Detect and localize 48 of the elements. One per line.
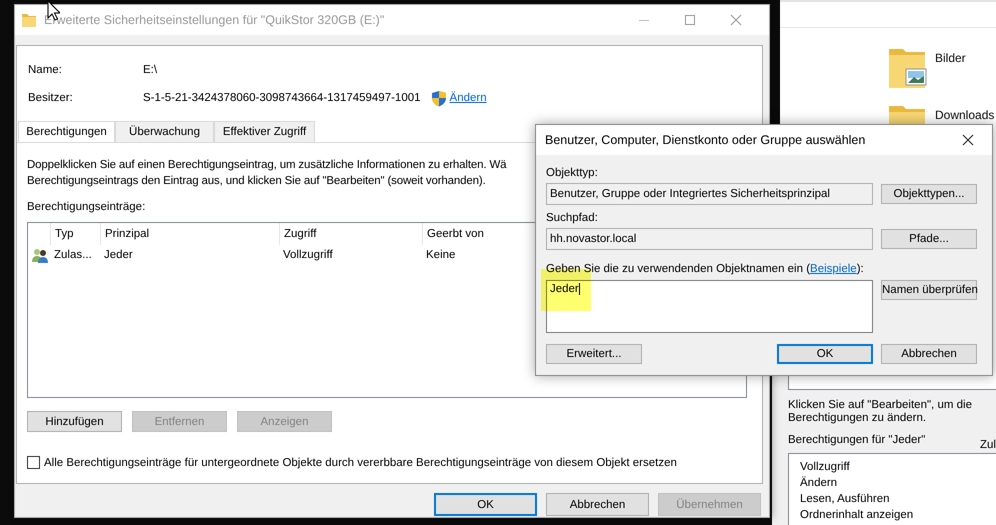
field-label: Name: <box>28 64 63 76</box>
column-header[interactable]: Typ <box>50 223 100 245</box>
table-cell-text: Keine <box>425 248 456 263</box>
change-link[interactable]: Ändern <box>450 92 487 104</box>
tab[interactable]: Berechtigungen <box>18 121 115 142</box>
folder-icon <box>21 12 37 28</box>
readonly-field[interactable]: Benutzer, Gruppe oder Integriertes Sicherheitsprinzipal <box>546 183 873 205</box>
field-value: E:\ <box>143 64 158 76</box>
section-label: Berechtigungseinträge: <box>27 200 146 215</box>
dialog-title: Benutzer, Computer, Dienstkonto oder Gruppe auswählen <box>545 133 866 147</box>
hint-text: Klicken Sie auf "Bearbeiten", um die <box>788 399 973 412</box>
permission-name: Ändern <box>800 475 838 491</box>
dialog-button[interactable]: Erweitert... <box>546 344 642 364</box>
dialog-button[interactable]: OK <box>777 344 873 364</box>
examples-link[interactable]: Beispiele <box>810 263 857 275</box>
column-header: Zul <box>980 438 996 452</box>
tab[interactable]: Überwachung <box>115 121 214 142</box>
folder-name[interactable]: Downloads <box>935 108 994 122</box>
column-header[interactable]: Prinzipal <box>100 223 279 245</box>
permission-name: Lesen, Ausführen <box>800 492 891 507</box>
checkbox[interactable] <box>27 456 40 469</box>
hint-text: Berechtigungen zu ändern. <box>788 412 928 425</box>
field-value: S-1-5-21-3424378060-3098743664-1317459497-1001 <box>143 92 421 104</box>
dialog-button[interactable]: Objekttypen... <box>881 184 977 204</box>
table-cell-text: Zulas... <box>53 248 93 263</box>
table-cell-text: Jeder <box>103 248 134 263</box>
action-button[interactable]: Hinzufügen <box>27 411 122 432</box>
field-label: Objekttyp: <box>546 166 598 181</box>
dialog-button[interactable]: Pfade... <box>881 229 977 249</box>
field-label: Suchpfad: <box>546 211 598 226</box>
permission-name: Ordnerinhalt anzeigen <box>800 508 914 523</box>
readonly-field[interactable]: hh.novastor.local <box>546 228 873 250</box>
column-header[interactable]: Zugriff <box>279 223 422 245</box>
table-cell-text: Vollzugriff <box>282 248 334 263</box>
field-label: Besitzer: <box>28 92 74 104</box>
folder-name[interactable]: Bilder <box>935 51 966 65</box>
permission-name: Vollzugriff <box>800 460 851 475</box>
checkbox-label: Alle Berechtigungseinträge für untergeordnete Objekte durch vererbbare Berechtigungseinträge von diesem Objekt ersetzen <box>44 456 677 468</box>
dialog-button[interactable]: Abbrechen <box>881 344 977 364</box>
shield-icon <box>430 90 447 106</box>
dialog-button[interactable]: Abbrechen <box>546 493 649 516</box>
names-input[interactable]: Jeder <box>546 280 873 333</box>
tab[interactable]: Effektiver Zugriff <box>214 121 315 142</box>
dialog-button[interactable]: Namen überprüfen <box>881 280 977 300</box>
window-title: Erweiterte Sicherheitseinstellungen für "QuikStor 320GB (E:)" <box>44 13 384 27</box>
users-icon <box>31 247 49 263</box>
dialog-button[interactable]: OK <box>434 493 537 516</box>
permissions-label: Berechtigungen für "Jeder" <box>788 433 926 447</box>
